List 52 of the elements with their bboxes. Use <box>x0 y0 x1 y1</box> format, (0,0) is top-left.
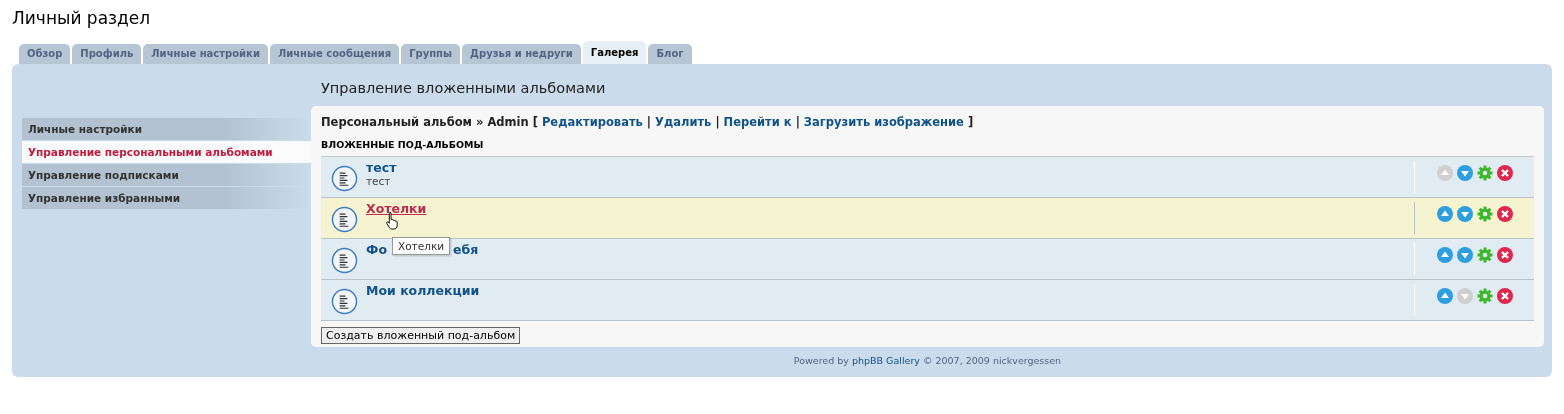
action-link[interactable]: Перейти к <box>723 115 792 129</box>
section-heading: Управление вложенными альбомами <box>321 80 607 98</box>
forum-icon <box>331 165 358 192</box>
move-down-icon[interactable] <box>1456 206 1473 222</box>
create-subalbum-button[interactable]: Создать вложенный под-альбом <box>321 327 521 344</box>
tab[interactable]: Друзья и недруги <box>462 44 581 64</box>
album-link[interactable]: ебя <box>453 242 479 257</box>
move-down-icon[interactable] <box>1456 165 1473 181</box>
separator: | <box>795 115 800 129</box>
bracket: ] <box>967 115 974 129</box>
tab[interactable]: Профиль <box>72 44 142 64</box>
delete-icon[interactable] <box>1496 288 1513 304</box>
tab[interactable]: Блог <box>648 44 692 64</box>
tooltip: Хотелки <box>392 237 451 255</box>
settings-icon[interactable] <box>1476 288 1493 304</box>
album-link[interactable]: Фо <box>366 242 387 257</box>
album-link[interactable]: тест <box>366 160 397 175</box>
move-down-icon[interactable] <box>1456 247 1473 263</box>
forum-icon <box>331 206 358 233</box>
tab[interactable]: Галерея <box>582 41 647 64</box>
separator: | <box>646 115 652 129</box>
move-up-icon[interactable] <box>1436 206 1453 222</box>
separator: | <box>715 115 720 129</box>
settings-icon[interactable] <box>1476 247 1493 263</box>
move-up-icon[interactable] <box>1436 247 1453 263</box>
tab[interactable]: Личные сообщения <box>269 44 400 64</box>
forum-icon <box>331 288 358 315</box>
tab[interactable]: Личные настройки <box>143 44 268 64</box>
settings-icon[interactable] <box>1476 165 1493 181</box>
action-link[interactable]: Редактировать <box>541 115 643 129</box>
delete-icon[interactable] <box>1496 165 1513 181</box>
pointer-cursor-icon <box>385 211 400 230</box>
move-up-icon[interactable] <box>1436 288 1453 304</box>
page-title: Личный раздел <box>12 7 152 30</box>
forum-icon <box>331 247 358 274</box>
delete-icon[interactable] <box>1496 247 1513 263</box>
album-link[interactable]: Хотелки <box>366 201 427 216</box>
album-path: Персональный альбом » Admin <box>321 115 529 129</box>
tab[interactable]: Группы <box>401 44 461 64</box>
move-up-icon[interactable] <box>1436 165 1453 181</box>
footer-text: Powered by phpBB Gallery © 2007, 2009 nickvergessen <box>793 355 1062 366</box>
delete-icon[interactable] <box>1496 206 1513 222</box>
settings-icon[interactable] <box>1476 206 1493 222</box>
tab[interactable]: Обзор <box>19 44 71 64</box>
gallery-link[interactable]: phpBB Gallery <box>851 355 920 366</box>
bracket: [ <box>532 115 538 129</box>
move-down-icon[interactable] <box>1456 288 1473 304</box>
sidebar-item[interactable]: Управление персональными альбомами <box>22 141 311 163</box>
action-link[interactable]: Удалить <box>655 115 712 129</box>
album-description: тест <box>366 175 392 187</box>
album-link[interactable]: Мои коллекции <box>366 283 480 298</box>
action-link[interactable]: Загрузить изображение <box>803 115 964 129</box>
